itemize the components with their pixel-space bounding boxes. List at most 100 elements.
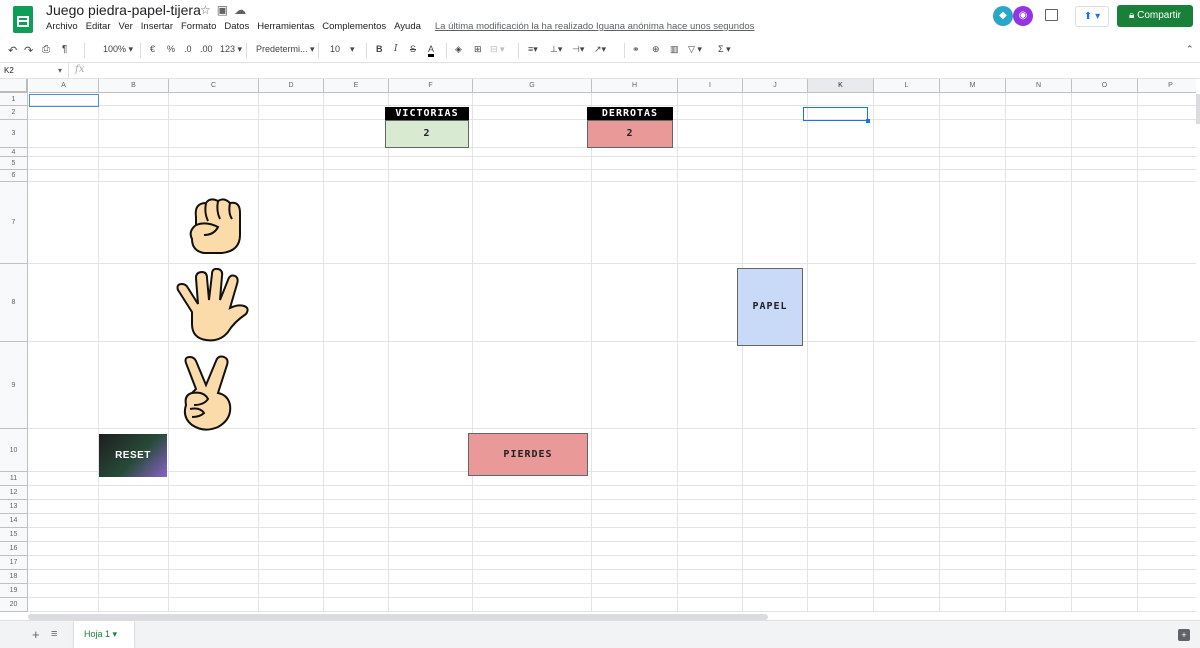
avatar[interactable]: ◉ xyxy=(1013,6,1033,26)
menu-herramientas[interactable]: Herramientas xyxy=(257,21,314,32)
row-header-18[interactable]: 18 xyxy=(0,570,28,584)
vertical-scrollbar[interactable] xyxy=(1196,94,1200,124)
menu-ver[interactable]: Ver xyxy=(119,21,133,32)
more-formats-button[interactable]: 123 ▾ xyxy=(220,44,242,55)
avatar[interactable]: ◆ xyxy=(993,6,1013,26)
move-folder-icon[interactable]: ▣ xyxy=(217,3,234,17)
row-header-11[interactable]: 11 xyxy=(0,472,28,486)
borders-icon[interactable]: ⊞ xyxy=(474,44,482,55)
row-header-14[interactable]: 14 xyxy=(0,514,28,528)
row-header-8[interactable]: 8 xyxy=(0,264,28,342)
player-choice-cell[interactable]: PAPEL xyxy=(737,268,803,346)
fill-handle[interactable] xyxy=(866,119,870,123)
paper-hand-icon[interactable] xyxy=(172,268,254,344)
column-header-l[interactable]: L xyxy=(874,79,940,93)
victorias-label[interactable]: VICTORIAS xyxy=(385,107,469,120)
text-wrap-icon[interactable]: ⊣▾ xyxy=(572,44,584,55)
add-sheet-icon[interactable]: + xyxy=(32,627,40,642)
row-header-5[interactable]: 5 xyxy=(0,157,28,170)
row-header-4[interactable]: 4 xyxy=(0,148,28,157)
row-header-16[interactable]: 16 xyxy=(0,542,28,556)
font-size-select[interactable]: 10 ▾ xyxy=(330,44,355,55)
functions-icon[interactable]: Σ ▾ xyxy=(718,44,731,55)
undo-icon[interactable]: ↶ xyxy=(8,44,17,57)
column-header-d[interactable]: D xyxy=(259,79,324,93)
column-header-f[interactable]: F xyxy=(389,79,473,93)
row-header-17[interactable]: 17 xyxy=(0,556,28,570)
row-header-3[interactable]: 3 xyxy=(0,120,28,148)
sheet-tab[interactable]: Hoja 1 ▾ xyxy=(74,621,134,648)
derrotas-label[interactable]: DERROTAS xyxy=(587,107,673,120)
increase-decimals-button[interactable]: .00 xyxy=(200,44,213,54)
column-header-j[interactable]: J xyxy=(743,79,808,93)
row-header-6[interactable]: 6 xyxy=(0,170,28,182)
all-sheets-icon[interactable]: ≡ xyxy=(51,628,57,640)
column-header-k[interactable]: K xyxy=(808,79,874,93)
insert-comment-icon[interactable]: ⊕ xyxy=(652,44,660,55)
italic-button[interactable]: I xyxy=(394,44,398,54)
menu-insertar[interactable]: Insertar xyxy=(141,21,173,32)
document-title[interactable]: Juego piedra-papel-tijera xyxy=(46,2,201,18)
last-edit-link[interactable]: La última modificación la ha realizado I… xyxy=(435,21,755,32)
spreadsheet-grid[interactable]: ABCDEFGHIJKLMNOP 1 2 3 4 5 6 7 8 9 10 11 12 13 14 15 16… xyxy=(0,79,1196,612)
row-header-19[interactable]: 19 xyxy=(0,584,28,598)
insert-link-icon[interactable]: ⚭ xyxy=(632,44,640,55)
reset-button[interactable]: RESET xyxy=(99,434,167,477)
percent-button[interactable]: % xyxy=(167,44,175,54)
column-header-p[interactable]: P xyxy=(1138,79,1196,93)
name-box-dropdown-icon[interactable]: ▾ xyxy=(58,66,62,75)
column-header-i[interactable]: I xyxy=(678,79,743,93)
menu-editar[interactable]: Editar xyxy=(86,21,111,32)
row-header-10[interactable]: 10 xyxy=(0,429,28,472)
comment-icon[interactable] xyxy=(1045,9,1058,21)
column-header-a[interactable]: A xyxy=(29,79,99,93)
column-header-c[interactable]: C xyxy=(169,79,259,93)
present-button[interactable]: ⬆ ▾ xyxy=(1075,6,1109,27)
column-header-h[interactable]: H xyxy=(592,79,678,93)
text-color-button[interactable]: A xyxy=(428,44,435,57)
share-button[interactable]: 🔒︎ Compartir xyxy=(1117,5,1193,27)
menu-complementos[interactable]: Complementos xyxy=(322,21,386,32)
name-box[interactable]: K2 xyxy=(4,66,14,75)
menu-archivo[interactable]: Archivo xyxy=(46,21,78,32)
insert-chart-icon[interactable]: ▥ xyxy=(670,44,679,55)
row-header-15[interactable]: 15 xyxy=(0,528,28,542)
select-all-corner[interactable] xyxy=(0,79,28,93)
decrease-decimals-button[interactable]: .0 xyxy=(184,44,192,54)
row-header-12[interactable]: 12 xyxy=(0,486,28,500)
row-header-2[interactable]: 2 xyxy=(0,106,28,120)
row-header-13[interactable]: 13 xyxy=(0,500,28,514)
fill-color-icon[interactable]: ◈ xyxy=(455,44,462,55)
bold-button[interactable]: B xyxy=(376,44,383,54)
text-rotate-icon[interactable]: ↗▾ xyxy=(594,44,606,55)
redo-icon[interactable]: ↷ xyxy=(24,44,33,57)
column-header-o[interactable]: O xyxy=(1072,79,1138,93)
column-header-b[interactable]: B xyxy=(99,79,169,93)
row-header-1[interactable]: 1 xyxy=(0,93,28,106)
victorias-value[interactable]: 2 xyxy=(385,120,469,148)
collapse-toolbar-icon[interactable]: ⌃ xyxy=(1186,44,1194,55)
menu-formato[interactable]: Formato xyxy=(181,21,216,32)
row-header-7[interactable]: 7 xyxy=(0,182,28,264)
cloud-status-icon[interactable]: ☁ xyxy=(234,3,252,17)
derrotas-value[interactable]: 2 xyxy=(587,120,673,148)
sheets-logo-icon[interactable] xyxy=(13,6,33,33)
print-icon[interactable]: ⎙ xyxy=(42,44,50,55)
column-header-n[interactable]: N xyxy=(1006,79,1072,93)
row-header-20[interactable]: 20 xyxy=(0,598,28,612)
explore-icon[interactable]: + xyxy=(1178,629,1190,641)
paint-format-icon[interactable]: ¶ xyxy=(62,44,67,55)
filter-icon[interactable]: ▽ ▾ xyxy=(688,44,702,55)
currency-button[interactable]: € xyxy=(150,44,155,54)
column-header-m[interactable]: M xyxy=(940,79,1006,93)
menu-datos[interactable]: Datos xyxy=(224,21,249,32)
merge-cells-icon[interactable]: ⊟ ▾ xyxy=(490,44,505,55)
vertical-align-icon[interactable]: ⊥▾ xyxy=(550,44,562,55)
scissors-hand-icon[interactable] xyxy=(176,355,240,431)
column-header-g[interactable]: G xyxy=(473,79,592,93)
column-header-e[interactable]: E xyxy=(324,79,389,93)
star-icon[interactable]: ☆ xyxy=(200,3,217,17)
result-cell[interactable]: PIERDES xyxy=(468,433,588,476)
zoom-select[interactable]: 100% ▾ xyxy=(103,44,133,55)
horizontal-align-icon[interactable]: ≡▾ xyxy=(528,44,538,55)
